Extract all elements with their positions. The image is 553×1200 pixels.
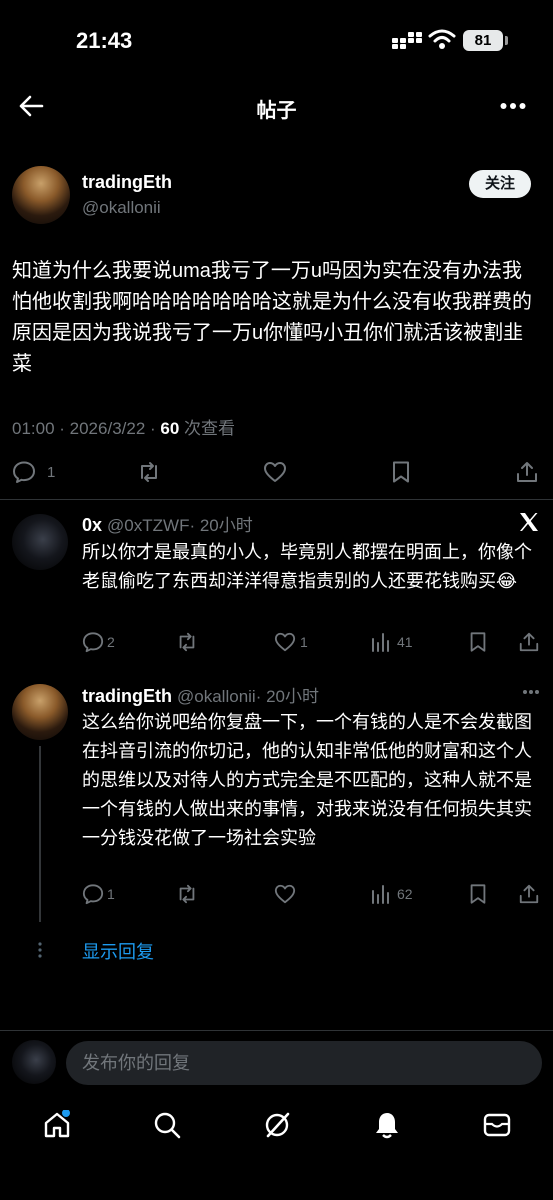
bookmark-icon[interactable] — [389, 460, 413, 484]
reply-time: · 20小时 — [255, 687, 319, 706]
cellular-signal-icon — [392, 32, 422, 50]
reply-author-name[interactable]: 0x — [82, 515, 102, 535]
divider — [0, 499, 553, 500]
author-handle[interactable]: @okallonii — [82, 198, 161, 218]
bookmark-icon[interactable] — [467, 883, 489, 905]
share-icon[interactable] — [518, 631, 540, 653]
views-chart-icon[interactable] — [371, 632, 391, 652]
page-title: 帖子 — [256, 100, 297, 122]
reply-header: 0x @0xTZWF· 20小时 — [82, 511, 253, 536]
views-chart-icon[interactable] — [371, 884, 391, 904]
avatar[interactable] — [12, 166, 70, 224]
reply-icon[interactable] — [82, 883, 104, 905]
reply-header: tradingEth @okallonii· 20小时 — [82, 682, 319, 707]
battery-tip — [505, 36, 508, 45]
divider — [0, 1030, 553, 1031]
more-options-icon[interactable] — [500, 102, 526, 110]
reply-author-handle[interactable]: @0xTZWF — [107, 516, 189, 535]
tab-grok-icon[interactable] — [262, 1110, 292, 1140]
reply-input[interactable]: 发布你的回复 — [66, 1041, 542, 1085]
tab-home-icon[interactable] — [42, 1110, 72, 1140]
post-meta: 01:00 · 2026/3/22 · 60 次查看 — [12, 414, 235, 439]
reply-text: 这么给你说吧给你复盘一下，一个有钱的人是不会发截图在抖音引流的你切记，他的认知非… — [82, 712, 532, 848]
bookmark-icon[interactable] — [467, 631, 489, 653]
view-count: 41 — [397, 634, 413, 650]
reply-count: 1 — [107, 886, 115, 902]
reply-count: 1 — [47, 464, 56, 481]
tab-messages-icon[interactable] — [482, 1110, 512, 1140]
repost-icon[interactable] — [176, 883, 198, 905]
more-options-icon[interactable] — [522, 689, 540, 695]
view-count: 62 — [397, 886, 413, 902]
reply-text: 所以你才是最真的小人，毕竟别人都摆在明面上，你像个老鼠偷吃了东西却洋洋得意指责别… — [82, 542, 532, 591]
wifi-icon — [428, 28, 456, 50]
like-count: 1 — [300, 634, 308, 650]
reply-author-handle[interactable]: @okallonii — [177, 687, 256, 706]
repost-icon[interactable] — [176, 631, 198, 653]
views-count: 60 — [160, 419, 180, 438]
reply-author-name[interactable]: tradingEth — [82, 686, 172, 706]
reply-icon[interactable] — [12, 460, 36, 484]
battery-indicator: 81 — [463, 30, 503, 51]
avatar[interactable] — [12, 514, 68, 570]
avatar[interactable] — [12, 684, 68, 740]
share-icon[interactable] — [518, 883, 540, 905]
avatar — [12, 1040, 56, 1084]
like-icon[interactable] — [263, 460, 287, 484]
tab-search-icon[interactable] — [152, 1110, 182, 1140]
like-icon[interactable] — [274, 883, 296, 905]
tab-notifications-icon[interactable] — [372, 1110, 402, 1140]
thread-line — [39, 746, 41, 922]
post-text: 知道为什么我要说uma我亏了一万u吗因为实在没有办法我怕他收割我啊哈哈哈哈哈哈哈… — [12, 260, 532, 375]
reply-time: · 20小时 — [189, 516, 253, 535]
like-icon[interactable] — [274, 631, 296, 653]
post-timestamp: 01:00 · 2026/3/22 · — [12, 419, 161, 438]
show-replies-link[interactable]: 显示回复 — [82, 938, 154, 964]
reply-count: 2 — [107, 634, 115, 650]
repost-icon[interactable] — [137, 460, 161, 484]
share-icon[interactable] — [515, 460, 539, 484]
reply-icon[interactable] — [82, 631, 104, 653]
thread-dots-icon — [37, 941, 43, 959]
x-logo-icon — [517, 510, 541, 534]
follow-button[interactable]: 关注 — [469, 170, 531, 198]
author-name[interactable]: tradingEth — [82, 172, 172, 193]
views-label: 次查看 — [179, 419, 236, 438]
status-time: 21:43 — [76, 28, 133, 53]
